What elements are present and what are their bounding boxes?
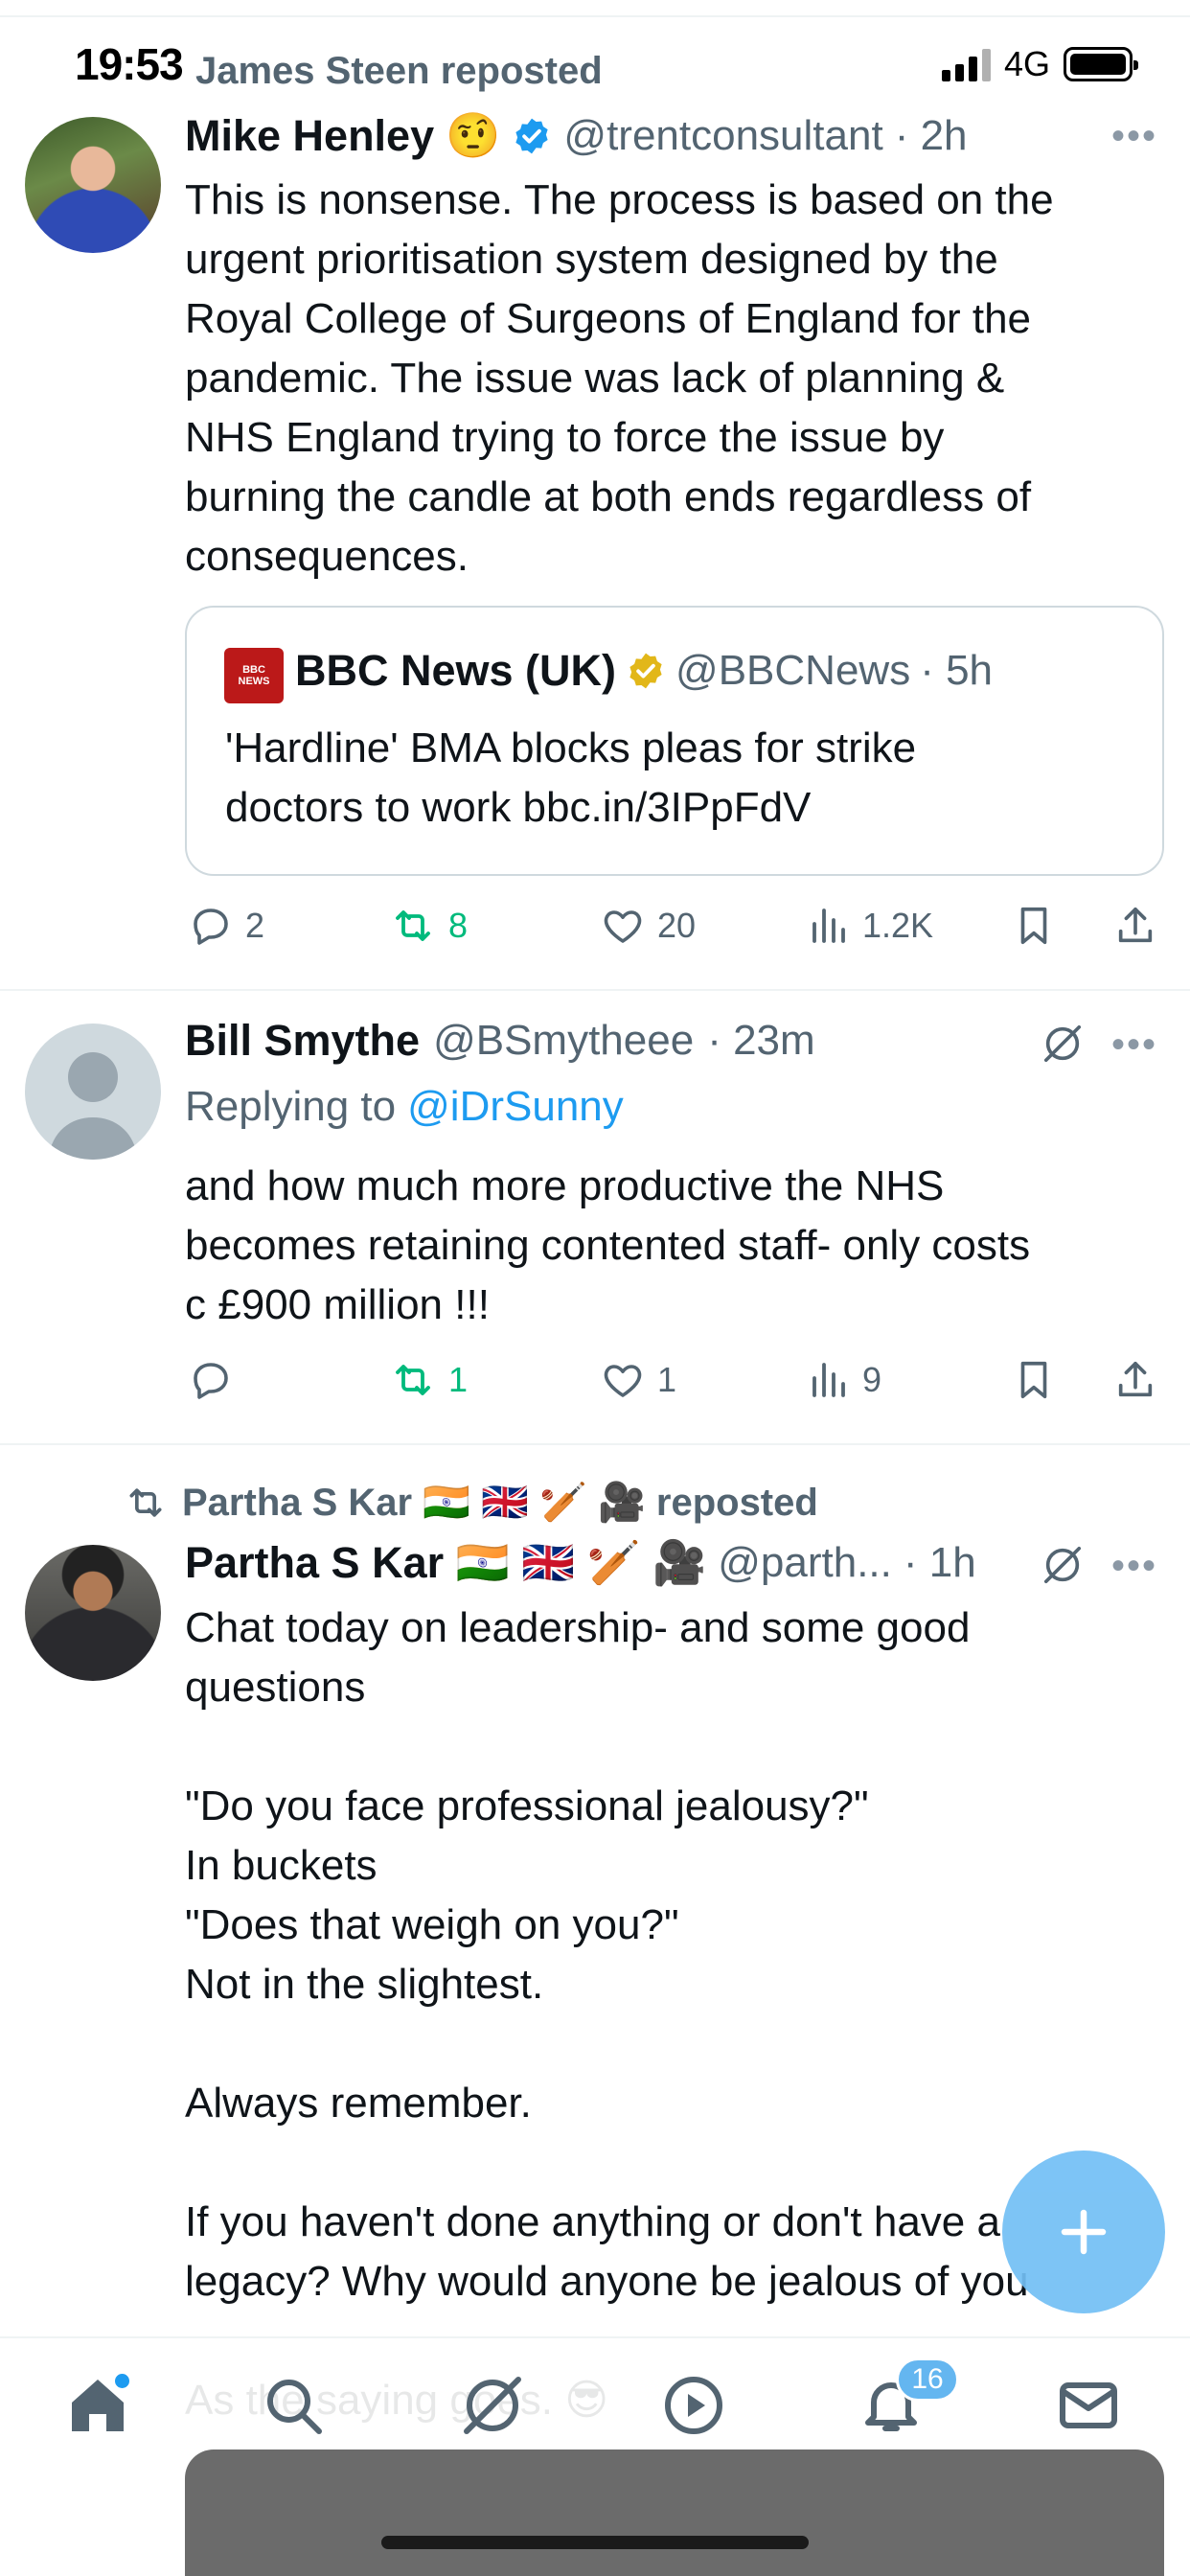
share-icon xyxy=(1118,1361,1153,1397)
avatar[interactable] xyxy=(25,1545,161,1681)
grok-icon[interactable] xyxy=(1041,1022,1085,1066)
avatar[interactable] xyxy=(25,117,161,253)
author-handle[interactable]: @parth... xyxy=(718,1539,892,1587)
replying-to: Replying to @iDrSunny xyxy=(185,1083,624,1131)
share-button[interactable] xyxy=(1113,903,1157,949)
repost-icon xyxy=(396,910,430,941)
heart-icon xyxy=(604,1365,642,1397)
author-handle[interactable]: @trentconsultant xyxy=(563,112,882,160)
reply-button[interactable]: 2 xyxy=(188,903,264,949)
verified-badge-icon xyxy=(515,118,549,153)
plus-icon xyxy=(1061,2209,1107,2255)
more-options-icon[interactable]: ••• xyxy=(1111,115,1157,158)
person-silhouette-icon xyxy=(48,1052,138,1160)
views-icon xyxy=(812,1363,845,1397)
media-preview[interactable] xyxy=(185,2450,1164,2576)
tweet-time: · 23m xyxy=(707,1017,815,1064)
battery-icon xyxy=(1064,47,1138,81)
home-icon[interactable] xyxy=(63,2371,132,2440)
tweet-time: · 2h xyxy=(894,111,968,159)
tweet-text: and how much more productive the NHS bec… xyxy=(185,1162,1031,1328)
network-type: 4G xyxy=(1003,44,1050,83)
heart-icon xyxy=(604,910,642,943)
reply-button[interactable] xyxy=(188,1357,245,1403)
tweet-time: · 1h xyxy=(903,1538,976,1586)
more-options-icon[interactable]: ••• xyxy=(1111,1024,1157,1067)
search-icon[interactable] xyxy=(259,2371,328,2440)
bookmark-button[interactable] xyxy=(1012,1357,1056,1403)
author-name[interactable]: Mike Henley xyxy=(185,111,434,161)
tweet-text: Chat today on leadership- and some good … xyxy=(185,1604,1029,2424)
bookmark-icon xyxy=(1020,907,1047,945)
share-button[interactable] xyxy=(1113,1357,1157,1403)
author-name[interactable]: Partha S Kar 🇮🇳 🇬🇧 🏏 🎥 xyxy=(185,1537,706,1588)
views-icon xyxy=(812,908,845,943)
tweet-divider xyxy=(0,1443,1190,1445)
tweet-header: Bill Smythe @BSmytheee · 23m xyxy=(185,1016,815,1066)
quote-time: · 5h xyxy=(920,647,994,694)
quote-text: 'Hardline' BMA blocks pleas for strike d… xyxy=(225,724,917,831)
top-divider xyxy=(0,15,1190,17)
compose-button[interactable] xyxy=(1002,2150,1165,2313)
author-handle[interactable]: @BSmytheee xyxy=(433,1017,694,1065)
grok-icon[interactable] xyxy=(458,2371,527,2440)
play-icon[interactable] xyxy=(659,2371,728,2440)
bookmark-icon xyxy=(1020,1361,1047,1399)
repost-button[interactable]: 8 xyxy=(389,903,468,949)
quote-header: BBC News (UK) @BBCNews · 5h xyxy=(295,646,993,696)
gold-verified-icon xyxy=(629,653,662,689)
status-indicators: 4G xyxy=(941,44,1138,84)
author-emoji: 🤨 xyxy=(446,110,501,160)
mail-icon[interactable] xyxy=(1054,2371,1123,2440)
repost-context[interactable]: Partha S Kar 🇮🇳 🇬🇧 🏏 🎥 reposted xyxy=(123,1480,818,1525)
author-name[interactable]: Bill Smythe xyxy=(185,1016,420,1066)
repost-icon xyxy=(396,1365,430,1395)
tweet-text: This is nonsense. The process is based o… xyxy=(185,176,1054,580)
repost-context[interactable]: James Steen reposted xyxy=(182,50,603,93)
quote-author-name: BBC News (UK) xyxy=(295,646,617,695)
replying-to-link[interactable]: @iDrSunny xyxy=(407,1083,624,1131)
quote-author-handle: @BBCNews xyxy=(675,647,911,694)
repost-button[interactable]: 1 xyxy=(389,1357,468,1403)
notifications-badge: 16 xyxy=(896,2358,959,2402)
views-button[interactable]: 1.2K xyxy=(805,903,933,949)
signal-icon xyxy=(941,47,991,81)
reply-icon xyxy=(194,908,228,945)
repost-icon xyxy=(129,1487,162,1517)
default-avatar[interactable] xyxy=(25,1024,161,1160)
home-indicator xyxy=(381,2536,809,2549)
reply-icon xyxy=(194,1363,228,1399)
views-button[interactable]: 9 xyxy=(805,1357,881,1403)
share-icon xyxy=(1118,907,1153,943)
more-options-icon[interactable]: ••• xyxy=(1111,1545,1157,1588)
like-button[interactable]: 20 xyxy=(600,903,696,949)
tweet-header: Mike Henley 🤨 @trentconsultant · 2h xyxy=(185,109,968,162)
tweet-divider xyxy=(0,989,1190,991)
like-button[interactable]: 1 xyxy=(600,1357,676,1403)
grok-icon[interactable] xyxy=(1041,1543,1085,1587)
bookmark-button[interactable] xyxy=(1012,903,1056,949)
status-time: 19:53 xyxy=(75,39,184,89)
bbc-news-logo: BBC NEWS xyxy=(224,648,284,703)
tweet-header: Partha S Kar 🇮🇳 🇬🇧 🏏 🎥 @parth... · 1h xyxy=(185,1537,976,1588)
